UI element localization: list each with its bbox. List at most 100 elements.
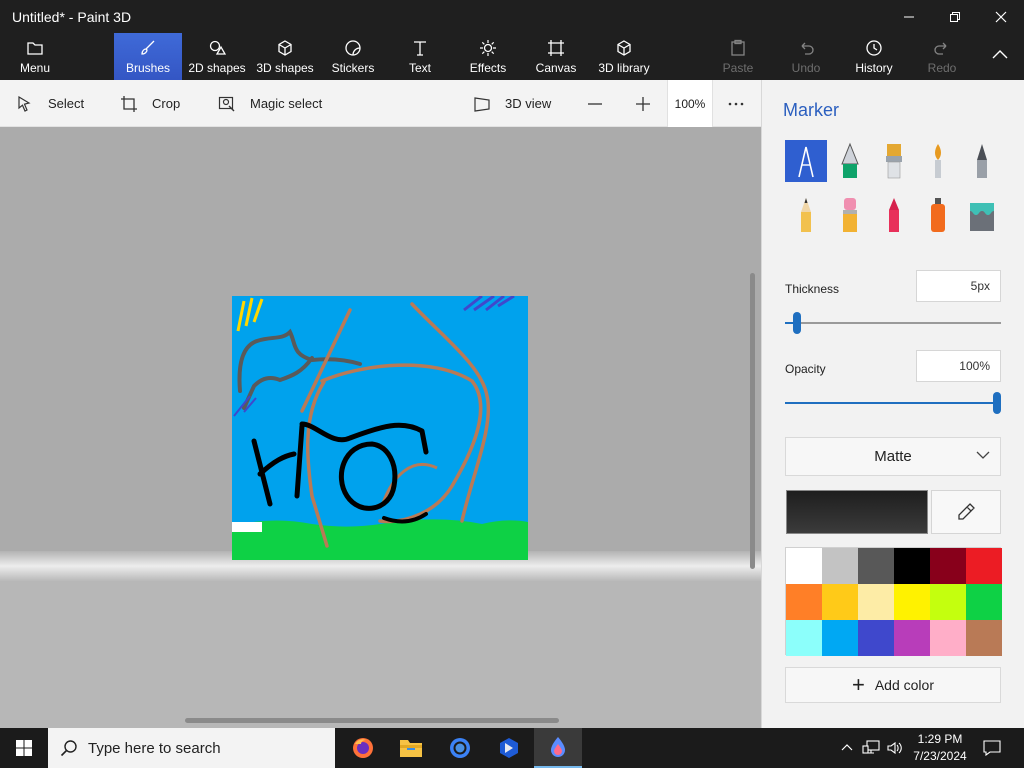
paste-button[interactable]: Paste (718, 33, 758, 80)
workspace[interactable] (0, 127, 761, 728)
eyedropper-icon (958, 503, 975, 520)
chevron-down-icon (976, 448, 990, 465)
color-swatch[interactable] (786, 584, 822, 620)
folder-icon (27, 41, 43, 55)
vertical-scrollbar[interactable] (750, 273, 755, 569)
taskbar-paint-3d[interactable] (534, 728, 582, 768)
opacity-slider-track[interactable] (785, 402, 997, 404)
tab-3d-shapes[interactable]: 3D shapes (255, 33, 315, 80)
eraser-brush[interactable] (829, 194, 871, 236)
network-button[interactable] (860, 728, 882, 768)
minimize-button[interactable] (886, 0, 932, 33)
tab-text[interactable]: Text (398, 33, 442, 80)
add-color-button[interactable]: + Add color (785, 667, 1001, 703)
undo-button[interactable]: Undo (786, 33, 826, 80)
color-swatch[interactable] (858, 584, 894, 620)
color-swatch[interactable] (822, 548, 858, 584)
color-swatch[interactable] (786, 620, 822, 656)
zoom-level[interactable]: 100% (667, 80, 713, 127)
menu-label: Menu (19, 60, 51, 75)
opacity-slider-thumb[interactable] (993, 392, 1001, 414)
thickness-slider-track[interactable] (785, 322, 1001, 324)
magic-select-button[interactable]: Magic select (218, 80, 322, 127)
show-hidden-icons-button[interactable] (838, 728, 856, 768)
color-swatch[interactable] (858, 548, 894, 584)
pixel-pen-brush[interactable] (961, 140, 1003, 182)
tab-effects[interactable]: Effects (466, 33, 510, 80)
thickness-input[interactable]: 5px (916, 270, 1001, 302)
oil-brush[interactable] (873, 140, 915, 182)
eyedropper-button[interactable] (931, 490, 1001, 534)
taskbar-clock[interactable]: 1:29 PM 7/23/2024 (906, 731, 974, 765)
tab-label: 3D library (598, 60, 650, 75)
3d-view-label: 3D view (505, 96, 552, 111)
start-button[interactable] (0, 728, 48, 768)
tab-2d-shapes[interactable]: 2D shapes (187, 33, 247, 80)
notifications-button[interactable] (980, 728, 1004, 768)
drawing-canvas[interactable] (232, 296, 528, 560)
add-color-label: Add color (874, 677, 934, 693)
menu-button[interactable]: Menu (12, 33, 58, 80)
redo-button[interactable]: Redo (922, 33, 962, 80)
taskbar-photos[interactable] (485, 728, 533, 768)
white-patch (232, 522, 262, 532)
tab-3d-library[interactable]: 3D library (596, 33, 652, 80)
thickness-slider-thumb[interactable] (793, 312, 801, 334)
3d-view-button[interactable]: 3D view (473, 80, 551, 127)
taskbar-file-explorer[interactable] (387, 728, 435, 768)
pencil-icon (801, 198, 811, 232)
tab-brushes[interactable]: Brushes (114, 33, 182, 80)
fill-brush[interactable] (961, 194, 1003, 236)
color-swatch[interactable] (966, 620, 1002, 656)
color-swatch[interactable] (786, 548, 822, 584)
effects-icon (480, 39, 496, 56)
panel-title: Marker (783, 100, 840, 120)
collapse-ribbon-button[interactable] (982, 33, 1018, 80)
color-swatch[interactable] (822, 584, 858, 620)
tab-canvas[interactable]: Canvas (534, 33, 578, 80)
horizontal-scrollbar[interactable] (185, 718, 559, 723)
more-options-button[interactable] (727, 80, 745, 127)
lower-area (0, 581, 761, 728)
select-button[interactable]: Select (16, 80, 84, 127)
canvas-icon (548, 39, 564, 56)
zoom-in-button[interactable] (634, 80, 652, 127)
zoom-out-button[interactable] (586, 80, 604, 127)
color-swatch[interactable] (930, 620, 966, 656)
finish-dropdown[interactable]: Matte (785, 437, 1001, 476)
plus-icon (636, 96, 650, 111)
watercolor-brush[interactable] (917, 140, 959, 182)
color-swatch[interactable] (930, 584, 966, 620)
select-label: Select (48, 96, 85, 111)
spray-can-brush[interactable] (917, 194, 959, 236)
color-swatch[interactable] (930, 548, 966, 584)
color-swatch[interactable] (966, 584, 1002, 620)
pencil-brush[interactable] (785, 194, 827, 236)
color-swatch[interactable] (966, 548, 1002, 584)
color-swatch[interactable] (894, 548, 930, 584)
calligraphy-pen-brush[interactable] (829, 140, 871, 182)
opacity-input[interactable]: 100% (916, 350, 1001, 382)
taskbar-chrome[interactable] (436, 728, 484, 768)
color-swatch[interactable] (894, 584, 930, 620)
crop-button[interactable]: Crop (120, 80, 180, 127)
marker-brush[interactable] (785, 140, 827, 182)
history-button[interactable]: History (852, 33, 896, 80)
tab-stickers[interactable]: Stickers (327, 33, 379, 80)
crayon-brush[interactable] (873, 194, 915, 236)
color-swatch[interactable] (858, 620, 894, 656)
restore-button[interactable] (932, 0, 978, 33)
plus-icon: + (851, 672, 865, 697)
magic-select-label: Magic select (250, 96, 323, 111)
taskbar-search-box[interactable]: Type here to search (48, 728, 335, 768)
volume-button[interactable] (884, 728, 906, 768)
taskbar: Type here to search 1:29 PM 7/23/2024 (0, 728, 1024, 768)
spray-can-icon (931, 198, 945, 232)
color-swatch[interactable] (894, 620, 930, 656)
color-swatch[interactable] (822, 620, 858, 656)
close-button[interactable] (978, 0, 1024, 33)
current-color-swatch[interactable] (786, 490, 928, 534)
taskbar-firefox[interactable] (339, 728, 387, 768)
window-title: Untitled* - Paint 3D (12, 9, 132, 25)
clock-time: 1:29 PM (917, 732, 963, 746)
